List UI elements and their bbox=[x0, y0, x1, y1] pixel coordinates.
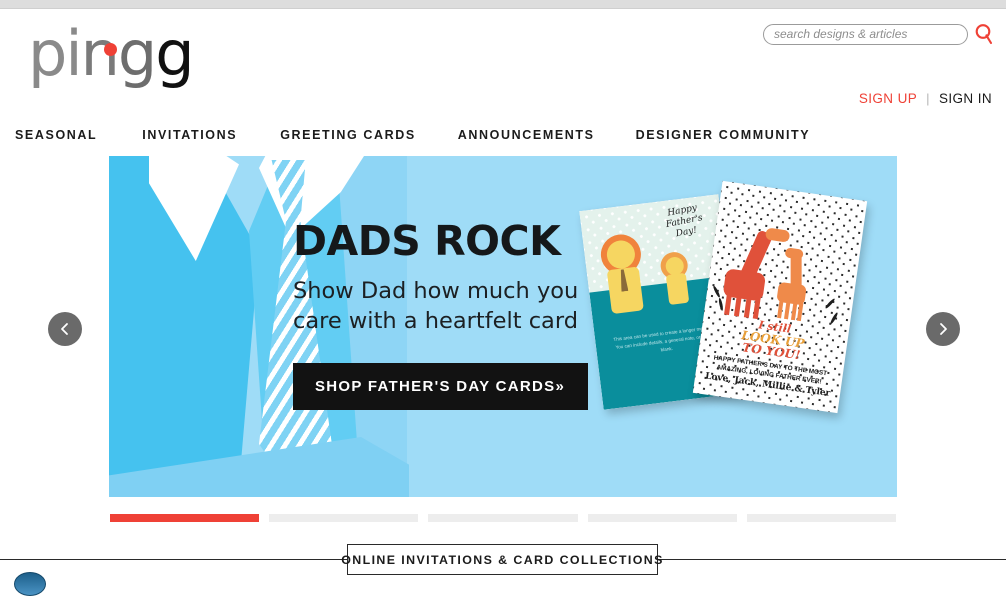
section-heading: ONLINE INVITATIONS & CARD COLLECTIONS bbox=[341, 544, 662, 575]
logo-letter-p: p bbox=[28, 17, 67, 90]
hero-copy: DADS ROCK Show Dad how much you care wit… bbox=[293, 218, 593, 410]
chevron-right-icon bbox=[935, 321, 951, 337]
logo-letter-g2: g bbox=[155, 17, 194, 90]
carousel-indicator-5[interactable] bbox=[746, 514, 897, 522]
carousel-indicator-4[interactable] bbox=[587, 514, 737, 522]
search-area bbox=[763, 23, 994, 45]
cub-torso bbox=[665, 272, 690, 305]
hero-subtitle: Show Dad how much you care with a heartf… bbox=[293, 278, 579, 334]
giraffe-child-head bbox=[784, 247, 804, 260]
logo-dot-icon bbox=[104, 43, 117, 56]
giraffe-greeting-card: I still LOOK UP TO YOU! HAPPY FATHER'S D… bbox=[692, 180, 868, 414]
leaf-icon bbox=[829, 311, 839, 325]
hero-card-artwork: Happy Father's Day! This area can be use… bbox=[579, 180, 889, 450]
chevron-left-icon bbox=[57, 321, 73, 337]
hero-title: DADS ROCK bbox=[293, 217, 561, 265]
account-separator: | bbox=[926, 91, 930, 106]
site-header: pingg SIGN UP | SIGN IN bbox=[0, 9, 1006, 123]
nav-item-designer-community[interactable]: DESIGNER COMMUNITY bbox=[636, 128, 811, 142]
shop-fathers-day-cards-button[interactable]: SHOP FATHER'S DAY CARDS» bbox=[293, 363, 589, 410]
carousel-next-button[interactable] bbox=[926, 312, 960, 346]
carousel-prev-button[interactable] bbox=[48, 312, 82, 346]
nav-item-invitations[interactable]: INVITATIONS bbox=[142, 128, 237, 142]
lion-cub-illustration bbox=[657, 249, 701, 307]
leaf-icon bbox=[824, 297, 836, 310]
nav-item-greeting-cards[interactable]: GREETING CARDS bbox=[280, 128, 416, 142]
browser-top-edge bbox=[0, 0, 1006, 9]
logo-letter-g1: g bbox=[117, 17, 157, 90]
search-icon[interactable] bbox=[974, 23, 994, 45]
hero-banner[interactable]: DADS ROCK Show Dad how much you care wit… bbox=[109, 156, 897, 497]
carousel-indicators bbox=[110, 514, 897, 522]
account-links: SIGN UP | SIGN IN bbox=[859, 91, 992, 106]
sign-in-link[interactable]: SIGN IN bbox=[939, 91, 992, 106]
leaf-icon bbox=[712, 285, 721, 299]
sign-up-link[interactable]: SIGN UP bbox=[859, 91, 917, 106]
site-logo[interactable]: pingg bbox=[28, 23, 195, 85]
logo-letter-i: i bbox=[65, 17, 82, 90]
bottom-left-badge-icon bbox=[14, 572, 46, 596]
carousel-indicator-3[interactable] bbox=[428, 514, 578, 522]
primary-navigation: SEASONAL INVITATIONS GREETING CARDS ANNO… bbox=[0, 114, 1006, 155]
carousel-indicator-2[interactable] bbox=[269, 514, 419, 522]
giraffe-child-legs bbox=[777, 299, 804, 322]
nav-item-seasonal[interactable]: SEASONAL bbox=[15, 128, 97, 142]
carousel-indicator-1[interactable] bbox=[110, 514, 260, 522]
search-input[interactable] bbox=[763, 23, 968, 45]
nav-item-announcements[interactable]: ANNOUNCEMENTS bbox=[458, 128, 595, 142]
giraffe-child-illustration bbox=[770, 247, 823, 324]
lion-dad-illustration bbox=[597, 231, 658, 315]
